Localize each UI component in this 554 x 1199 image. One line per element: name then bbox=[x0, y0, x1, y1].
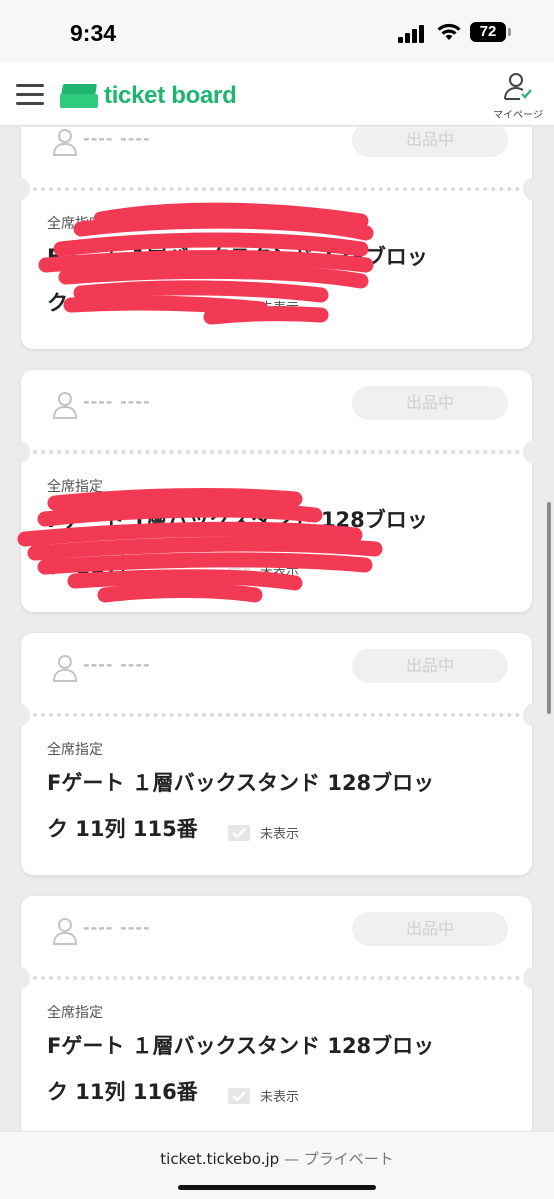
seat-info-line1: Fゲート １層バックスタンド 128ブロッ bbox=[47, 771, 435, 795]
ticket-notch bbox=[523, 178, 541, 200]
seat-info-line2: ク 11列 bbox=[47, 554, 126, 578]
cellular-signal-icon bbox=[398, 25, 428, 43]
hidden-label: 未表示 bbox=[260, 564, 300, 579]
hidden-label: 未表示 bbox=[260, 1090, 300, 1105]
ticket-card[interactable]: ---- ---- 出品中 全席指定 Fゲート １層バックスタンド 128ブロッ… bbox=[12, 633, 541, 875]
ticket-logo-icon bbox=[60, 84, 98, 108]
private-mode-label: プライベート bbox=[303, 1150, 394, 1168]
hidden-toggle[interactable]: 未表示 bbox=[228, 297, 299, 316]
hidden-toggle[interactable]: 未表示 bbox=[228, 560, 299, 579]
seat-info-line1: Fゲート １層バックスタンド 128ブロッ bbox=[47, 1034, 435, 1058]
seat-info-line2: ク 11列 116番 bbox=[47, 1080, 198, 1104]
battery-indicator: 72 bbox=[470, 22, 506, 42]
ticket-card[interactable]: ---- ---- 出品中 全席指定 Fゲート 1層バックスタンド 128ブロッ… bbox=[12, 127, 541, 349]
user-icon bbox=[52, 392, 78, 419]
browser-url-bar[interactable]: ticket.tickebo.jp — プライベート bbox=[0, 1131, 554, 1199]
listing-status-button[interactable]: 出品中 bbox=[352, 386, 508, 420]
hidden-toggle[interactable]: 未表示 bbox=[228, 823, 299, 842]
seat-type: 全席指定 bbox=[47, 1005, 103, 1021]
checkbox-icon bbox=[228, 561, 250, 578]
user-icon bbox=[52, 129, 78, 156]
url-separator: — bbox=[279, 1150, 304, 1168]
perforation-divider bbox=[33, 450, 520, 454]
user-icon bbox=[52, 918, 78, 945]
checkbox-icon bbox=[228, 1087, 250, 1104]
mypage-label: マイページ bbox=[493, 110, 543, 121]
seat-info-line2: ク 11列 115番 bbox=[47, 817, 198, 841]
user-icon bbox=[52, 655, 78, 682]
url-domain: ticket.tickebo.jp bbox=[160, 1150, 280, 1168]
seller-name: ---- ---- bbox=[83, 129, 151, 148]
ticket-notch bbox=[12, 441, 30, 463]
seat-type: 全席指定 bbox=[47, 479, 103, 495]
scrollbar[interactable] bbox=[547, 502, 551, 714]
ticket-card[interactable]: ---- ---- 出品中 全席指定 Fゲート 1層バックスタンド 128ブロッ… bbox=[12, 370, 541, 612]
home-indicator[interactable] bbox=[178, 1185, 376, 1190]
seat-info-line1: Fゲート 1層バックスタンド 128ブロッ bbox=[47, 508, 428, 532]
ticket-notch bbox=[523, 967, 541, 989]
listing-status-button[interactable]: 出品中 bbox=[352, 912, 508, 946]
checkbox-icon bbox=[228, 298, 250, 315]
mypage-button[interactable]: マイページ bbox=[490, 72, 546, 122]
seat-type: 全席指定 bbox=[47, 742, 103, 758]
logo[interactable]: ticket board bbox=[60, 80, 237, 112]
seller-name: ---- ---- bbox=[83, 655, 151, 674]
seat-type: 全席指定 bbox=[47, 216, 103, 232]
user-check-icon bbox=[504, 73, 532, 100]
seller-name: ---- ---- bbox=[83, 918, 151, 937]
app-header: ticket board マイページ bbox=[0, 62, 554, 126]
perforation-divider bbox=[33, 187, 520, 191]
hidden-label: 未表示 bbox=[260, 301, 300, 316]
wifi-icon bbox=[437, 23, 461, 40]
battery-tip bbox=[508, 28, 511, 36]
status-time: 9:34 bbox=[70, 20, 117, 46]
seller-name: ---- ---- bbox=[83, 392, 151, 411]
seat-info-line1: Fゲート 1層バックスタンド 128ブロッ bbox=[47, 245, 428, 269]
url-text[interactable]: ticket.tickebo.jp — プライベート bbox=[0, 1148, 554, 1169]
hamburger-menu-icon[interactable] bbox=[16, 84, 44, 106]
listing-status-button[interactable]: 出品中 bbox=[352, 127, 508, 157]
ticket-card[interactable]: ---- ---- 出品中 全席指定 Fゲート １層バックスタンド 128ブロッ… bbox=[12, 896, 541, 1131]
hidden-label: 未表示 bbox=[260, 827, 300, 842]
hidden-toggle[interactable]: 未表示 bbox=[228, 1086, 299, 1105]
status-bar: 9:34 72 bbox=[0, 0, 554, 62]
ticket-notch bbox=[523, 441, 541, 463]
ticket-notch bbox=[523, 704, 541, 726]
perforation-divider bbox=[33, 976, 520, 980]
seat-info-line2: ク bbox=[47, 291, 68, 315]
ticket-notch bbox=[12, 704, 30, 726]
ticket-notch bbox=[12, 967, 30, 989]
listing-list: ---- ---- 出品中 全席指定 Fゲート 1層バックスタンド 128ブロッ… bbox=[0, 127, 554, 1131]
perforation-divider bbox=[33, 713, 520, 717]
logo-text: ticket board bbox=[104, 82, 237, 109]
ticket-notch bbox=[12, 178, 30, 200]
checkbox-icon bbox=[228, 824, 250, 841]
listing-status-button[interactable]: 出品中 bbox=[352, 649, 508, 683]
